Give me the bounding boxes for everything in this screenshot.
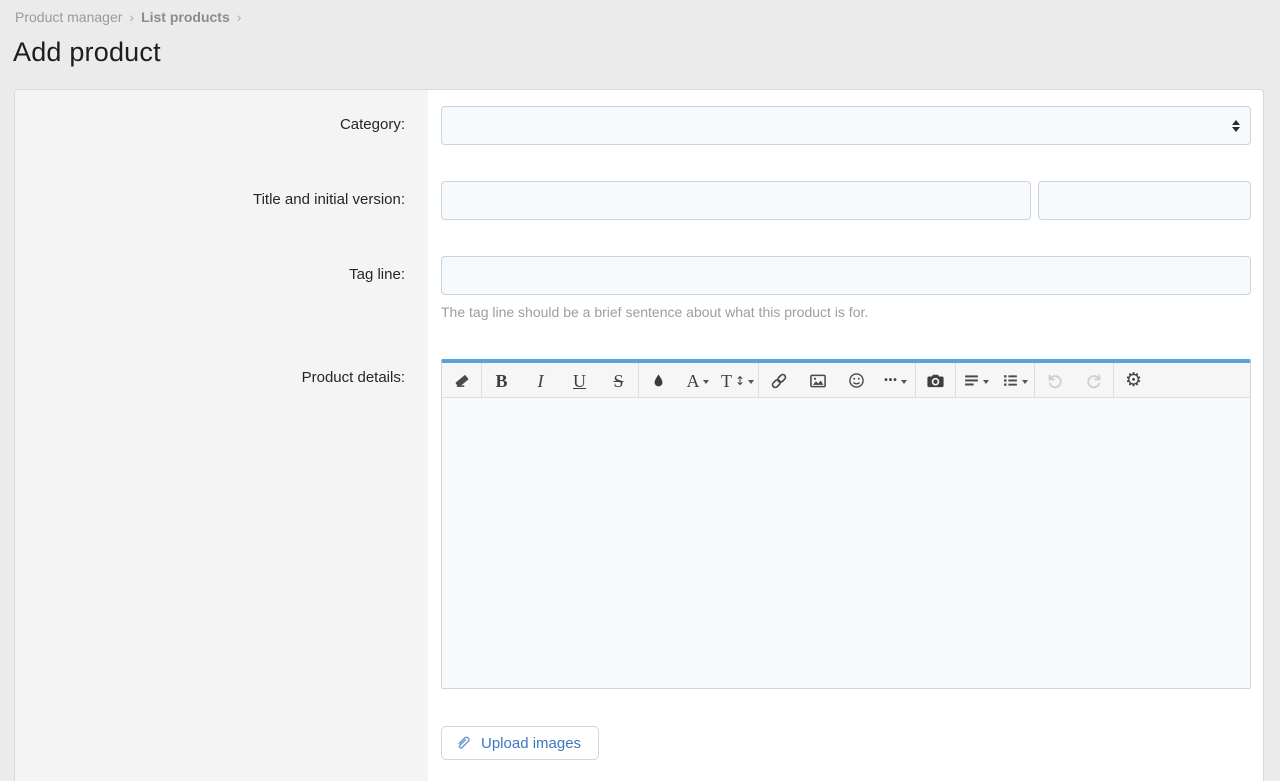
strikethrough-button[interactable]: S — [599, 363, 638, 398]
more-formats-dropdown[interactable]: ••• — [876, 363, 915, 398]
list-dropdown[interactable] — [995, 363, 1034, 398]
upload-images-button[interactable]: Upload images — [441, 726, 599, 760]
insert-image-button[interactable] — [798, 363, 837, 398]
font-color-glyph: A — [687, 372, 700, 390]
breadcrumb-separator-icon: › — [129, 9, 134, 25]
breadcrumb: Product manager › List products › — [15, 9, 1280, 25]
strikethrough-glyph: S — [613, 372, 623, 390]
redo-icon — [1085, 372, 1103, 390]
camera-icon — [926, 371, 945, 390]
remove-format-button[interactable] — [442, 363, 481, 398]
title-input[interactable] — [441, 181, 1031, 220]
ellipsis-icon: ••• — [884, 375, 898, 386]
tagline-label: Tag line: — [15, 256, 428, 283]
chevron-down-icon — [703, 380, 709, 384]
breadcrumb-item-product-manager[interactable]: Product manager — [15, 9, 122, 25]
undo-icon — [1046, 372, 1064, 390]
font-size-glyph: T — [721, 372, 732, 390]
page-title: Add product — [13, 37, 1280, 68]
editor-toolbar: B I U S — [442, 363, 1250, 398]
droplet-icon — [651, 373, 666, 388]
tagline-input[interactable] — [441, 256, 1251, 295]
text-color-button[interactable] — [639, 363, 678, 398]
image-icon — [809, 372, 827, 390]
emoji-button[interactable] — [837, 363, 876, 398]
chevron-down-icon — [1022, 380, 1028, 384]
upload-row: Upload images — [15, 726, 1263, 760]
chevron-down-icon — [983, 380, 989, 384]
paragraph-align-dropdown[interactable] — [956, 363, 995, 398]
settings-button[interactable]: ⚙ — [1114, 363, 1153, 398]
bold-glyph: B — [495, 372, 507, 390]
tagline-row: Tag line: The tag line should be a brief… — [15, 256, 1263, 320]
breadcrumb-item-list-products[interactable]: List products — [141, 9, 230, 25]
italic-button[interactable]: I — [521, 363, 560, 398]
details-row: Product details: B I — [15, 359, 1263, 689]
category-row: Category: — [15, 106, 1263, 145]
font-size-dropdown[interactable]: T ↕ — [717, 363, 758, 398]
category-select[interactable] — [441, 106, 1251, 145]
chevron-down-icon — [901, 380, 907, 384]
breadcrumb-separator-icon: › — [237, 9, 242, 25]
camera-button[interactable] — [916, 363, 955, 398]
category-label: Category: — [15, 106, 428, 133]
title-version-row: Title and initial version: — [15, 181, 1263, 220]
details-label: Product details: — [15, 359, 428, 386]
link-icon — [770, 372, 788, 390]
list-icon — [1002, 372, 1019, 389]
chevron-down-icon — [748, 380, 754, 384]
bold-button[interactable]: B — [482, 363, 521, 398]
underline-button[interactable]: U — [560, 363, 599, 398]
underline-glyph: U — [573, 372, 586, 390]
align-icon — [963, 372, 980, 389]
version-input[interactable] — [1038, 181, 1251, 220]
updown-arrow-icon: ↕ — [735, 374, 745, 388]
eraser-icon — [453, 372, 470, 389]
undo-button[interactable] — [1035, 363, 1074, 398]
insert-link-button[interactable] — [759, 363, 798, 398]
redo-button[interactable] — [1074, 363, 1113, 398]
title-version-label: Title and initial version: — [15, 181, 428, 208]
upload-images-label: Upload images — [481, 735, 581, 752]
gear-icon: ⚙ — [1125, 371, 1142, 390]
smiley-icon — [848, 372, 865, 389]
rich-text-editor: B I U S — [441, 359, 1251, 689]
paperclip-icon — [455, 733, 472, 754]
italic-glyph: I — [538, 372, 544, 390]
details-editor-area[interactable] — [442, 398, 1250, 688]
add-product-form: Category: Title and initial version: Tag… — [14, 89, 1264, 781]
tagline-help-text: The tag line should be a brief sentence … — [441, 304, 1251, 320]
font-color-dropdown[interactable]: A — [678, 363, 717, 398]
